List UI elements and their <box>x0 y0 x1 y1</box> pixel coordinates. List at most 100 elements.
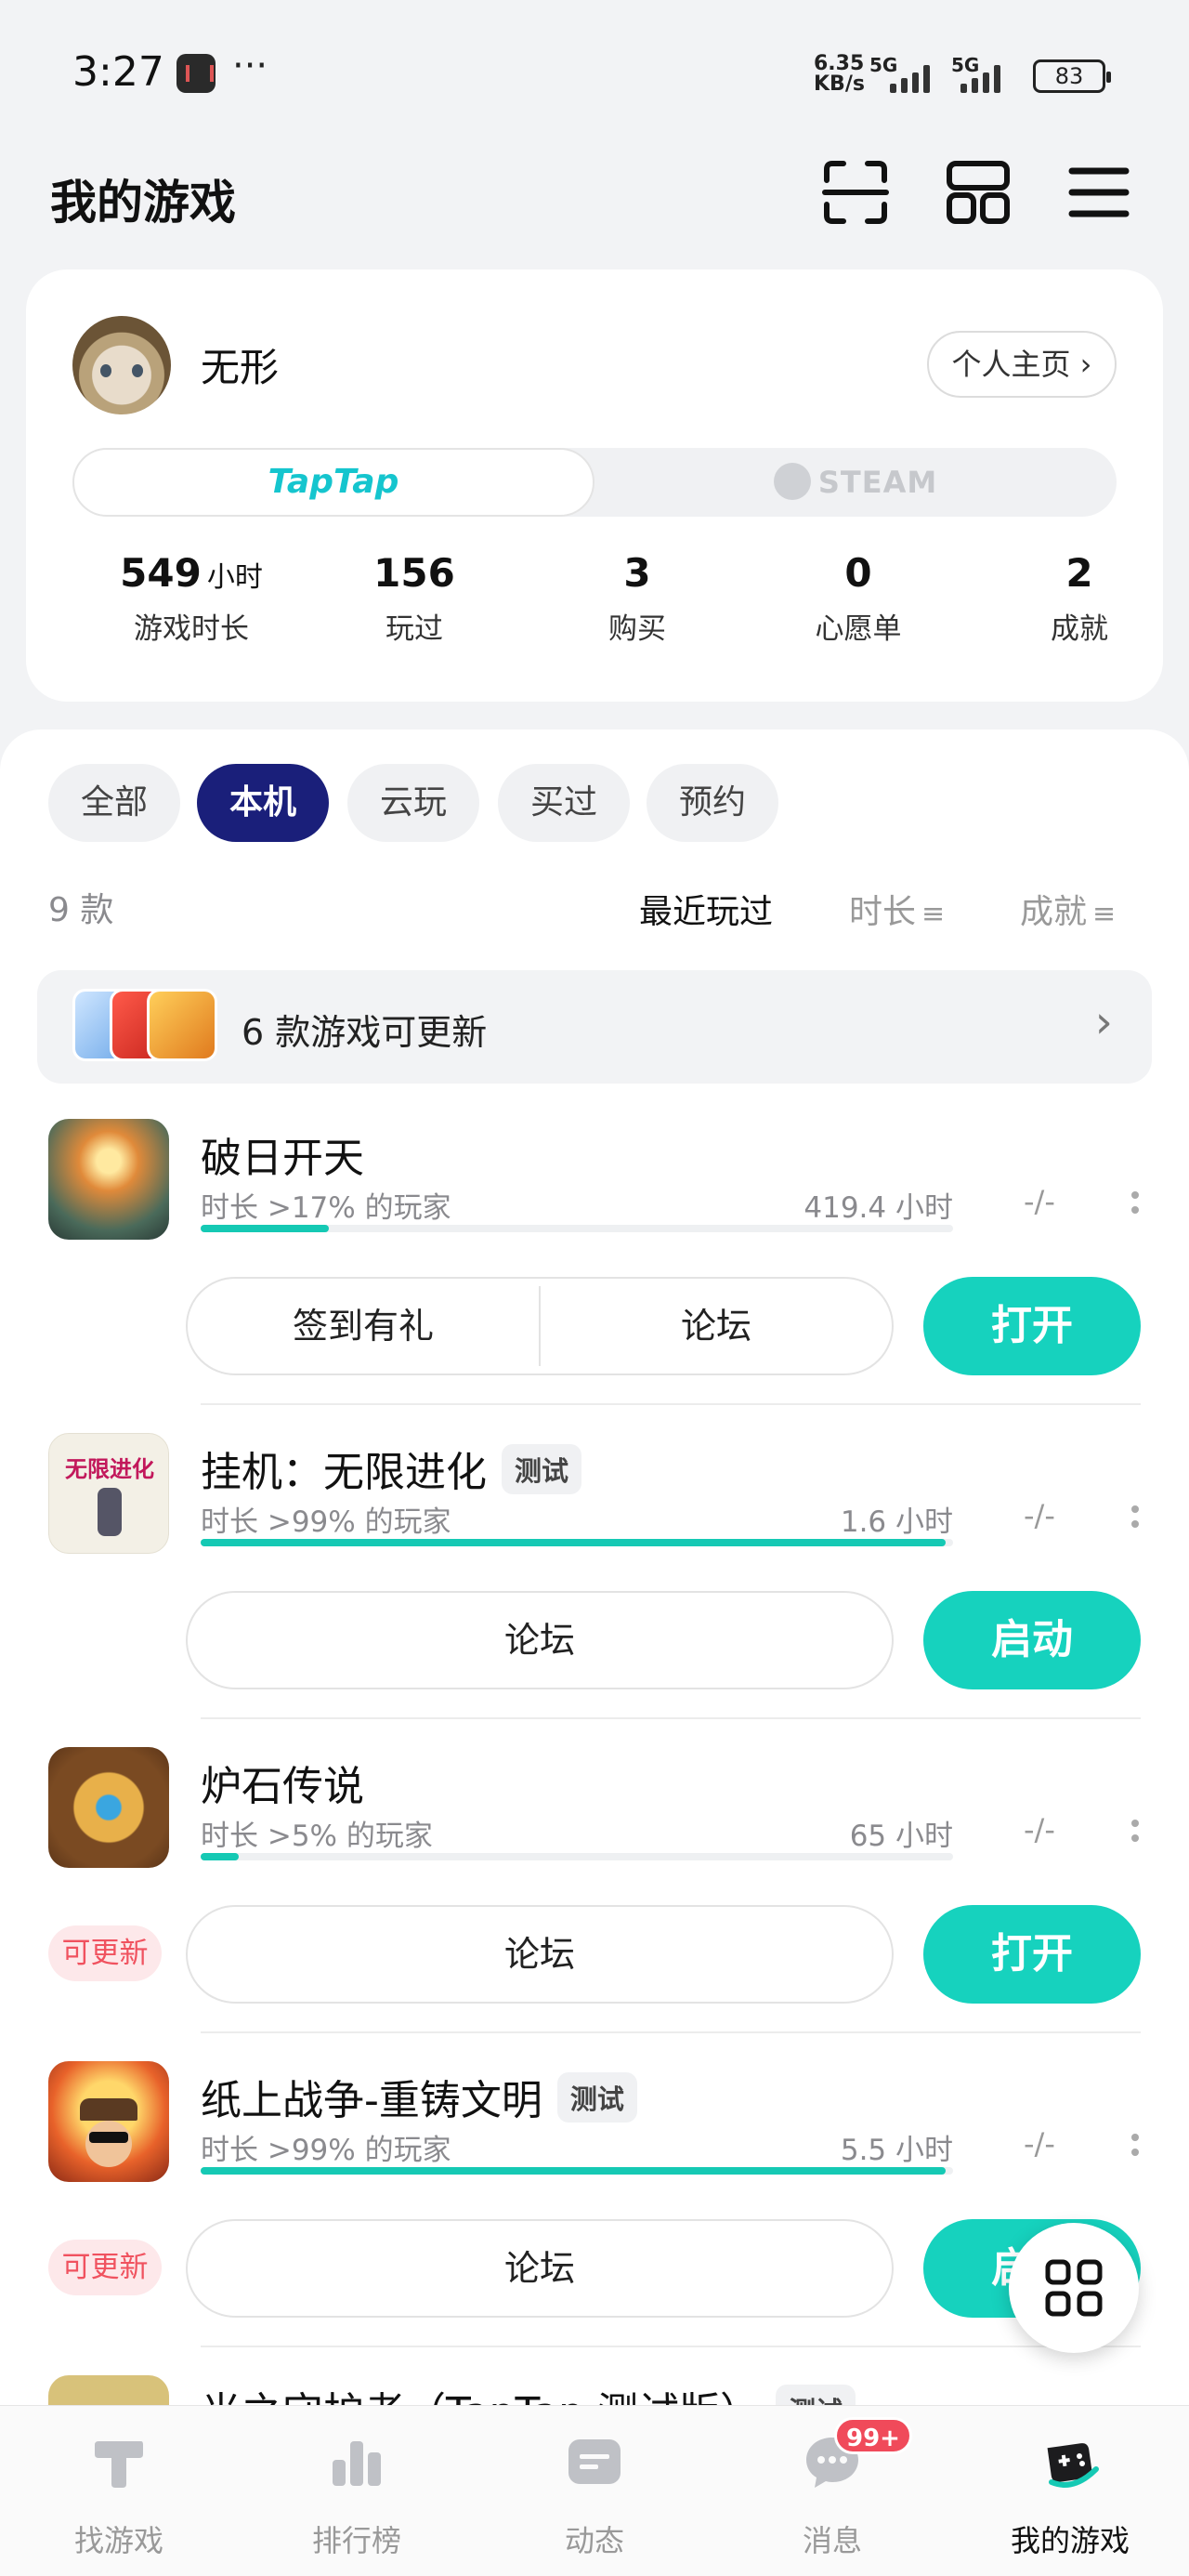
more-options-icon[interactable] <box>1131 1505 1143 1535</box>
sort-duration[interactable]: 时长 ≡ <box>849 885 945 933</box>
sort-duration-label: 时长 <box>849 893 917 931</box>
game-links: 签到有礼 论坛 <box>186 1277 894 1375</box>
playtime-rank: 时长 >5% 的玩家 <box>201 1820 433 1853</box>
update-available-badge[interactable]: 可更新 <box>48 1925 162 1981</box>
game-icon[interactable] <box>48 1747 169 1868</box>
playtime-hours: 1.6 小时 <box>840 1505 953 1539</box>
sort-icon: ≡ <box>921 898 946 930</box>
game-title[interactable]: 纸上战争-重铸文明 测试 <box>201 2067 637 2126</box>
game-title[interactable]: 炉石传说 <box>201 1753 364 1812</box>
filter-chip-reserved[interactable]: 预约 <box>647 764 778 842</box>
sort-recent[interactable]: 最近玩过 <box>639 885 773 933</box>
update-banner[interactable]: 6 款游戏可更新 › <box>37 970 1152 1084</box>
stat-value: 3 <box>623 550 651 596</box>
game-icon-text: 无限进化 <box>65 1456 154 1482</box>
grid-icon <box>1045 2259 1103 2317</box>
nav-label: 找游戏 <box>73 2523 163 2558</box>
network-speed: 6.35 KB/s <box>814 54 869 95</box>
game-icon[interactable] <box>48 2061 169 2182</box>
stat-label: 购买 <box>608 612 666 646</box>
nav-rankings[interactable]: 排行榜 <box>238 2406 476 2576</box>
divider <box>201 1717 1141 1719</box>
stat-value: 2 <box>1065 550 1093 596</box>
launch-game-button[interactable]: 启动 <box>923 1591 1141 1689</box>
quick-apps-button[interactable] <box>1009 2223 1139 2353</box>
stat-value: 156 <box>373 550 455 596</box>
forum-button[interactable]: 论坛 <box>541 1279 892 1373</box>
profile-homepage-button[interactable]: 个人主页 › <box>927 331 1117 398</box>
update-available-badge[interactable]: 可更新 <box>48 2240 162 2295</box>
game-playtime-meta: 时长 >17% 的玩家 419.4 小时 <box>201 1184 953 1226</box>
game-title[interactable]: 破日开天 <box>201 1124 364 1184</box>
game-count: 9 款 <box>48 891 114 929</box>
open-game-button[interactable]: 打开 <box>923 1905 1141 2004</box>
game-score: -/- <box>1024 1184 1055 1219</box>
forum-button[interactable]: 论坛 <box>188 1907 892 2002</box>
game-title[interactable]: 光之守护者（TapTap 测试版） 测试 <box>201 2379 856 2405</box>
playtime-rank: 时长 >99% 的玩家 <box>201 1505 451 1539</box>
app-notification-icon <box>176 54 216 93</box>
game-icon[interactable] <box>48 2375 169 2405</box>
more-options-icon[interactable] <box>1131 2134 1143 2163</box>
game-icon[interactable] <box>48 1119 169 1240</box>
nav-label: 排行榜 <box>311 2523 401 2558</box>
tab-taptap[interactable]: TapTap <box>72 448 594 517</box>
nav-label: 我的游戏 <box>1010 2523 1130 2558</box>
checkin-gift-button[interactable]: 签到有礼 <box>188 1279 539 1373</box>
stat-playtime[interactable]: 549 小时 游戏时长 <box>98 550 284 647</box>
menu-icon[interactable] <box>1065 158 1133 227</box>
forum-button[interactable]: 论坛 <box>188 2221 892 2316</box>
progress-fill <box>201 1853 239 1860</box>
nav-feed[interactable]: 动态 <box>476 2406 713 2576</box>
net-speed-unit: KB/s <box>814 72 865 96</box>
stat-played[interactable]: 156 玩过 <box>321 550 507 647</box>
open-game-button[interactable]: 打开 <box>923 1277 1141 1375</box>
tab-steam[interactable]: STEAM <box>594 448 1117 517</box>
gamepad-icon <box>1047 2443 1099 2488</box>
game-score: -/- <box>1024 1812 1055 1847</box>
nav-label: 动态 <box>564 2523 624 2558</box>
status-time: 3:27 <box>72 48 164 96</box>
update-banner-text: 6 款游戏可更新 <box>242 1012 488 1053</box>
test-tag: 测试 <box>556 2072 637 2123</box>
more-options-icon[interactable] <box>1131 1191 1143 1221</box>
game-title[interactable]: 挂机：无限进化 测试 <box>201 1439 582 1498</box>
nav-find-games[interactable]: 找游戏 <box>0 2406 238 2576</box>
playtime-hours: 5.5 小时 <box>840 2134 953 2167</box>
sort-achievement[interactable]: 成就 ≡ <box>1020 885 1116 933</box>
scan-icon[interactable] <box>821 158 890 227</box>
game-icon[interactable]: 无限进化 <box>48 1433 169 1554</box>
net-speed-value: 6.35 <box>814 52 865 75</box>
stat-achievements[interactable]: 2 成就 <box>986 550 1172 647</box>
stat-label: 成就 <box>1051 612 1108 646</box>
test-tag: 测试 <box>775 2385 856 2405</box>
nav-label: 消息 <box>802 2523 862 2558</box>
tab-steam-label: STEAM <box>817 465 938 500</box>
sort-icon: ≡ <box>1092 898 1117 930</box>
filter-chip-bought[interactable]: 买过 <box>498 764 630 842</box>
status-bar: 3:27 ··· 6.35 KB/s 5G 5G 83 <box>0 0 1189 139</box>
filter-chip-cloud[interactable]: 云玩 <box>347 764 479 842</box>
stat-value: 0 <box>844 550 872 596</box>
playtime-rank: 时长 >17% 的玩家 <box>201 1191 451 1225</box>
forum-button[interactable]: 论坛 <box>188 1593 892 1688</box>
progress-fill <box>201 2167 946 2175</box>
stat-unit: 小时 <box>206 561 263 594</box>
stat-wishlist[interactable]: 0 心愿单 <box>765 550 951 647</box>
feed-icon <box>568 2439 621 2484</box>
avatar[interactable] <box>72 316 171 414</box>
nav-my-games[interactable]: 我的游戏 <box>951 2406 1189 2576</box>
game-title-text: 光之守护者（TapTap 测试版） <box>201 2389 761 2405</box>
filter-chip-all[interactable]: 全部 <box>48 764 180 842</box>
stat-label: 玩过 <box>385 612 443 646</box>
playtime-progress <box>201 1853 953 1860</box>
stat-value: 549 <box>120 550 202 596</box>
username[interactable]: 无形 <box>201 336 279 393</box>
game-playtime-meta: 时长 >99% 的玩家 1.6 小时 <box>201 1498 953 1540</box>
more-options-icon[interactable] <box>1131 1820 1143 1849</box>
stat-purchased[interactable]: 3 购买 <box>544 550 730 647</box>
filter-chip-device[interactable]: 本机 <box>197 764 329 842</box>
taptap-icon <box>95 2441 143 2488</box>
layout-icon[interactable] <box>944 158 1013 227</box>
nav-messages[interactable]: 99+ 消息 <box>713 2406 951 2576</box>
